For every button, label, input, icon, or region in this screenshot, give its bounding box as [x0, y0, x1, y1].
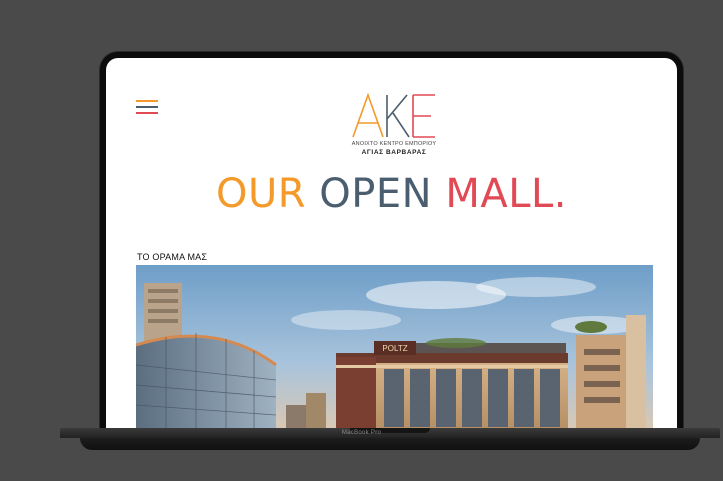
laptop-screen: ΑΝΟΙΧΤΟ ΚΕΝΤΡΟ ΕΜΠΟΡΙΟΥ ΑΓΙΑΣ ΒΑΡΒΑΡΑΣ O… — [106, 58, 677, 430]
headline-word-our: OUR — [216, 171, 307, 217]
hero-headline: OUR OPEN MALL. — [106, 170, 677, 218]
logo-subtitle: ΑΝΟΙΧΤΟ ΚΕΝΤΡΟ ΕΜΠΟΡΙΟΥ — [351, 141, 437, 147]
menu-bar-red — [136, 112, 158, 114]
logo-mark — [352, 92, 435, 138]
mall-rendering: POLTZ — [136, 265, 653, 430]
hero-image: POLTZ — [136, 265, 653, 430]
section-title: ΤΟ ΟΡΑΜΑ ΜΑΣ — [137, 252, 208, 262]
logo-title: ΑΓΙΑΣ ΒΑΡΒΑΡΑΣ — [361, 149, 427, 156]
device-label: MacBook Pro — [341, 430, 382, 436]
storefront-sign: POLTZ — [382, 344, 407, 353]
hamburger-menu-icon[interactable] — [136, 100, 158, 116]
site-logo[interactable]: ΑΝΟΙΧΤΟ ΚΕΝΤΡΟ ΕΜΠΟΡΙΟΥ ΑΓΙΑΣ ΒΑΡΒΑΡΑΣ — [339, 91, 449, 161]
headline-word-mall: MALL. — [445, 171, 567, 217]
menu-bar-slate — [136, 106, 158, 108]
menu-bar-orange — [136, 100, 158, 102]
headline-word-open: OPEN — [319, 171, 433, 217]
base-chassis — [80, 438, 700, 450]
